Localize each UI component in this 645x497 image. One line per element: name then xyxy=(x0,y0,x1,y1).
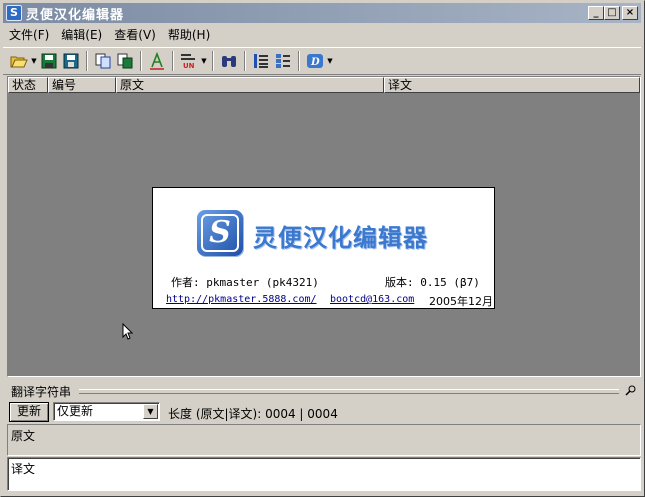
app-logo-icon: D xyxy=(307,54,323,68)
save-as-disk-icon xyxy=(63,53,79,69)
window-title: 灵便汉化编辑器 xyxy=(26,7,125,23)
toolbar-separator xyxy=(172,51,174,71)
translation-text-input[interactable]: 译文 xyxy=(7,457,641,491)
app-icon[interactable]: S xyxy=(6,5,22,21)
update-button[interactable]: 更新 xyxy=(9,402,49,422)
about-splash[interactable]: S 灵便汉化编辑器 作者: pkmaster (pk4321) 版本: 0.15… xyxy=(152,187,495,309)
filter-un-icon: UN xyxy=(181,54,195,70)
save-button[interactable] xyxy=(39,51,59,71)
email-link[interactable]: bootcd@163.com xyxy=(330,294,414,305)
splash-logo-icon: S xyxy=(197,210,243,256)
filter-button[interactable]: UN xyxy=(179,51,199,71)
toolbar-separator xyxy=(86,51,88,71)
document-export-icon xyxy=(117,53,133,69)
svg-text:D: D xyxy=(310,57,320,68)
numbered-list-icon xyxy=(254,54,268,68)
source-text-box: 原文 xyxy=(7,424,641,456)
document-copy-icon xyxy=(95,53,111,69)
save-as-button[interactable] xyxy=(61,51,81,71)
source-text: 原文 xyxy=(11,429,36,443)
toolbar-separator xyxy=(244,51,246,71)
main-window: S 灵便汉化编辑器 _ □ × 文件(F) 编辑(E) 查看(V) 帮助(H) … xyxy=(0,0,645,497)
font-a-icon xyxy=(150,52,164,70)
column-source[interactable]: 原文 xyxy=(116,77,384,93)
toolbar-separator xyxy=(140,51,142,71)
minimize-button[interactable]: _ xyxy=(588,6,604,20)
filter-dropdown-arrow[interactable]: ▼ xyxy=(201,51,207,71)
chevron-down-icon[interactable]: ▼ xyxy=(143,404,158,419)
toolbar-separator xyxy=(212,51,214,71)
export-button[interactable] xyxy=(115,51,135,71)
about-dropdown-arrow[interactable]: ▼ xyxy=(327,51,333,71)
binoculars-icon xyxy=(222,56,236,67)
menu-bar: 文件(F) 编辑(E) 查看(V) 帮助(H) xyxy=(3,25,641,45)
mouse-cursor-icon xyxy=(122,323,133,340)
detail-list-button[interactable] xyxy=(273,51,293,71)
find-button[interactable] xyxy=(219,51,239,71)
about-button[interactable]: D xyxy=(305,51,325,71)
svg-text:UN: UN xyxy=(183,62,195,70)
homepage-link[interactable]: http://pkmaster.5888.com/ xyxy=(166,294,317,305)
splash-author: 作者: pkmaster (pk4321) xyxy=(171,276,319,289)
window-controls: _ □ × xyxy=(588,6,638,20)
column-translation[interactable]: 译文 xyxy=(384,77,640,93)
length-readout: 长度 (原文|译文): 0004 | 0004 xyxy=(168,407,338,421)
title-bar[interactable]: S 灵便汉化编辑器 _ □ × xyxy=(3,3,641,23)
panel-divider xyxy=(79,389,619,394)
splash-version: 版本: 0.15 (β7) xyxy=(385,276,480,289)
menu-edit[interactable]: 编辑(E) xyxy=(55,26,108,44)
list-column-header: 状态 编号 原文 译文 xyxy=(8,77,640,93)
open-folder-button[interactable] xyxy=(9,51,29,71)
detail-list-icon xyxy=(276,54,290,68)
panel-title: 翻译字符串 xyxy=(11,383,76,400)
pin-icon[interactable] xyxy=(625,384,637,396)
translation-text: 译文 xyxy=(11,462,36,476)
save-disk-icon xyxy=(41,53,57,69)
folder-open-icon xyxy=(10,56,28,68)
menu-help[interactable]: 帮助(H) xyxy=(162,26,216,44)
toolbar: ▼ UN ▼ D ▼ xyxy=(3,47,641,75)
font-button[interactable] xyxy=(147,51,167,71)
splash-date: 2005年12月 xyxy=(429,295,493,308)
close-button[interactable]: × xyxy=(622,6,638,20)
column-id[interactable]: 编号 xyxy=(48,77,116,93)
update-mode-value: 仅更新 xyxy=(57,404,94,418)
splash-title: 灵便汉化编辑器 xyxy=(253,223,428,252)
numbered-list-button[interactable] xyxy=(251,51,271,71)
update-mode-select[interactable]: 仅更新 ▼ xyxy=(53,402,160,421)
maximize-button[interactable]: □ xyxy=(604,6,620,20)
menu-view[interactable]: 查看(V) xyxy=(108,26,162,44)
column-status[interactable]: 状态 xyxy=(8,77,48,93)
menu-file[interactable]: 文件(F) xyxy=(3,26,55,44)
import-button[interactable] xyxy=(93,51,113,71)
toolbar-separator xyxy=(298,51,300,71)
open-dropdown-arrow[interactable]: ▼ xyxy=(31,51,37,71)
